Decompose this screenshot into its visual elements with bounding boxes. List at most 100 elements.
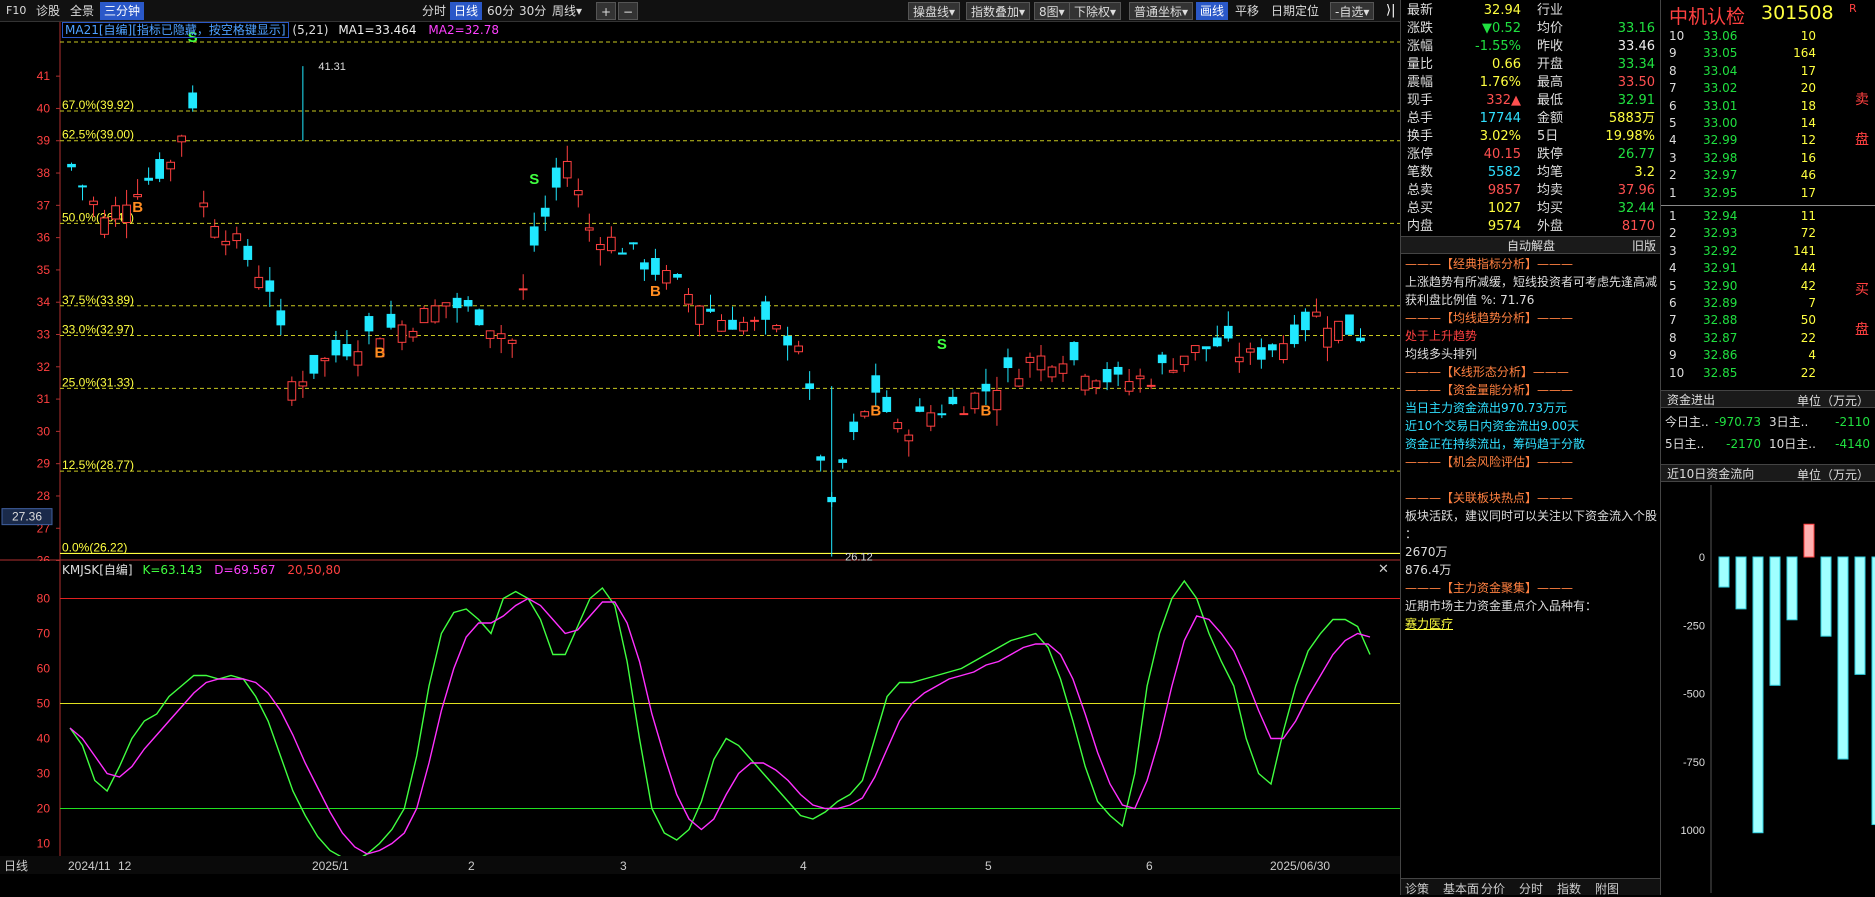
candle-body bbox=[133, 194, 142, 198]
quote-tab[interactable]: 指数 bbox=[1557, 880, 1581, 897]
analysis-line[interactable]: 赛力医疗 bbox=[1405, 616, 1657, 633]
candle-body bbox=[970, 392, 980, 410]
flow-value: -970.73 bbox=[1714, 415, 1761, 429]
y-tick-label: 36 bbox=[37, 231, 51, 245]
signal-marker: B bbox=[980, 402, 991, 419]
quote-tab[interactable]: 基本面 bbox=[1443, 880, 1479, 897]
period-tab-intraday[interactable]: 分时 bbox=[418, 2, 450, 20]
quote-value: 33.46 bbox=[1617, 39, 1655, 54]
candle-body bbox=[739, 321, 748, 332]
buy-row: 10 32.85 22 bbox=[1661, 365, 1875, 382]
candlestick-chart[interactable]: 4140393837363534333231302928272667.0%(39… bbox=[0, 22, 1400, 561]
ex-rights-menu[interactable]: 下除权▾ bbox=[1069, 2, 1122, 20]
flow10-bar bbox=[1803, 523, 1815, 558]
quote-value: 3.2 bbox=[1634, 165, 1655, 180]
fib-label: 37.5%(33.89) bbox=[62, 293, 134, 307]
sell-price: 32.99 bbox=[1703, 133, 1738, 148]
period-tab-30min[interactable]: 30分 bbox=[515, 2, 550, 20]
quote-value: 32.91 bbox=[1617, 93, 1655, 108]
sell-level: 5 bbox=[1669, 116, 1677, 130]
candle-body bbox=[1190, 345, 1200, 354]
zoom-in-button[interactable]: + bbox=[596, 2, 617, 20]
sell-qty: 20 bbox=[1800, 81, 1816, 96]
operate-line-menu[interactable]: 操盘线▾ bbox=[908, 2, 961, 20]
candle-body bbox=[463, 300, 473, 307]
close-icon[interactable]: ✕ bbox=[1378, 562, 1389, 577]
ind-y-tick-label: 70 bbox=[37, 627, 51, 641]
kd-indicator-chart[interactable]: 80 70 60 50 40 30 20 10 2024/11 12 2025/1 2 3 4 5 6 2025… bbox=[0, 561, 1400, 874]
pan-button[interactable]: 平移 bbox=[1231, 2, 1263, 20]
date-locate-button[interactable]: 日期定位 bbox=[1267, 2, 1323, 20]
sell-side-label: 卖盘 bbox=[1855, 92, 1869, 148]
flow10-bar bbox=[1786, 556, 1798, 621]
draw-line-button[interactable]: 画线 bbox=[1196, 2, 1229, 20]
candle-body bbox=[1212, 337, 1222, 347]
book-divider bbox=[1661, 205, 1875, 206]
quote-label: 均卖 bbox=[1537, 183, 1564, 198]
buy-qty: 50 bbox=[1800, 313, 1816, 328]
flow10-tick: -750 bbox=[1683, 757, 1705, 769]
y-tick-label: 41 bbox=[37, 69, 51, 83]
period-tab-daily[interactable]: 日线 bbox=[450, 2, 483, 20]
zoom-out-button[interactable]: − bbox=[618, 2, 639, 20]
ind-y-tick-label: 40 bbox=[37, 732, 51, 746]
quote-value: 33.34 bbox=[1617, 57, 1655, 72]
quote-tab[interactable]: 诊策 bbox=[1405, 880, 1429, 897]
candle-body bbox=[1234, 356, 1244, 363]
fib-label: 67.0%(39.92) bbox=[62, 98, 134, 112]
collapse-icon[interactable]: ⟩| bbox=[1382, 2, 1399, 20]
index-overlay-menu[interactable]: 指数叠加▾ bbox=[966, 2, 1031, 20]
sell-price: 33.00 bbox=[1703, 116, 1738, 130]
candle-body bbox=[67, 163, 76, 168]
signal-marker: B bbox=[870, 402, 881, 419]
ma2-value: MA2=32.78 bbox=[428, 23, 499, 37]
quote-tab[interactable]: 分价 bbox=[1481, 880, 1505, 897]
sell-price: 33.05 bbox=[1703, 46, 1738, 61]
candle-body bbox=[893, 422, 903, 430]
three-minute-button[interactable]: 三分钟 bbox=[100, 2, 145, 20]
sell-price: 33.04 bbox=[1703, 63, 1738, 78]
signal-marker: S bbox=[529, 171, 539, 188]
sell-level: 4 bbox=[1669, 133, 1677, 148]
candle-body bbox=[926, 412, 936, 427]
quote-value: 9574 bbox=[1487, 219, 1521, 234]
sell-qty: 17 bbox=[1800, 185, 1816, 200]
quote-tab[interactable]: 附图 bbox=[1595, 880, 1619, 897]
candle-body bbox=[1179, 355, 1189, 366]
buy-row: 8 32.87 22 bbox=[1661, 330, 1875, 347]
period-tab-60min[interactable]: 60分 bbox=[483, 2, 518, 20]
multi-chart-menu[interactable]: 8图▾ bbox=[1034, 2, 1070, 20]
quote-label: 跌停 bbox=[1537, 147, 1564, 162]
coordinate-menu[interactable]: 普通坐标▾ bbox=[1129, 2, 1194, 20]
sell-level: 8 bbox=[1669, 63, 1677, 78]
diagnose-button[interactable]: 诊股 bbox=[32, 2, 64, 20]
quote-label: 总买 bbox=[1407, 201, 1434, 216]
high-price-label: 41.31 bbox=[318, 61, 346, 73]
buy-price: 32.90 bbox=[1703, 278, 1738, 293]
period-tab-weekly[interactable]: 周线▾ bbox=[548, 2, 586, 20]
panorama-button[interactable]: 全景 bbox=[66, 2, 98, 20]
candle-body bbox=[1124, 381, 1134, 392]
sell-qty: 14 bbox=[1800, 116, 1816, 130]
candle-body bbox=[640, 262, 649, 270]
quote-label: 总手 bbox=[1407, 111, 1434, 126]
watchlist-menu[interactable]: -自选▾ bbox=[1330, 2, 1375, 20]
low-price-label: 26.12 bbox=[845, 552, 873, 561]
candle-body bbox=[89, 200, 98, 206]
chart-bg bbox=[0, 22, 1400, 561]
quote-row: 内盘 9574 外盘 8170 bbox=[1405, 218, 1657, 236]
analysis-line: 均线多头排列 bbox=[1405, 347, 1478, 361]
flow-value: -4140 bbox=[1835, 437, 1870, 451]
buy-qty: 7 bbox=[1808, 296, 1816, 310]
quote-label: 震幅 bbox=[1407, 75, 1434, 90]
indicator-name[interactable]: MA21[自编][指标已隐藏，按空格键显示] bbox=[62, 22, 289, 38]
candle-body bbox=[717, 320, 726, 332]
quote-tab[interactable]: 分时 bbox=[1519, 880, 1543, 897]
sell-price: 32.97 bbox=[1703, 168, 1738, 183]
f10-button[interactable]: F10 bbox=[2, 2, 30, 20]
indicator-name[interactable]: KMJSK[自编] bbox=[62, 563, 133, 577]
old-version-button[interactable]: 旧版 bbox=[1632, 237, 1656, 254]
quote-value: 5883万 bbox=[1608, 111, 1655, 126]
flow10-tick: -250 bbox=[1683, 620, 1705, 632]
candle-body bbox=[221, 240, 231, 246]
